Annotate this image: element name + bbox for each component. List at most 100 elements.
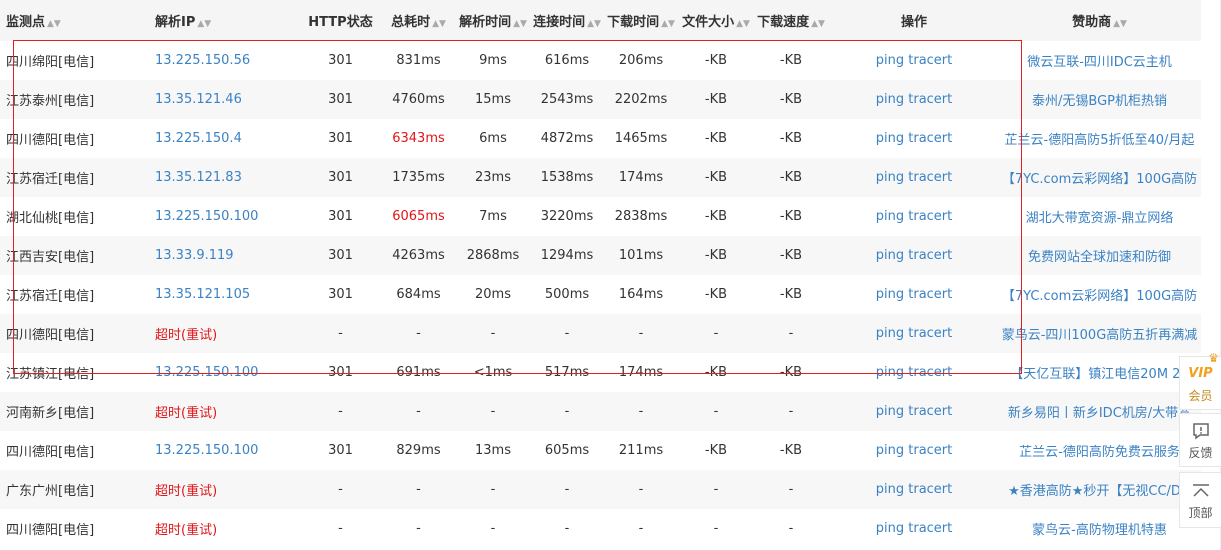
timeout-text: 超时 bbox=[155, 523, 182, 538]
table-row: 广东广州[电信] 超时(重试) - - - - - - - ping trace… bbox=[0, 470, 1201, 509]
header-dns[interactable]: 解析时间 ▲▼ bbox=[456, 11, 530, 30]
sponsor-link[interactable]: 湖北大带宽资源-鼎立网络 bbox=[1000, 207, 1201, 226]
sponsor-link[interactable]: 芷兰云-德阳高防5折低至40/月起 bbox=[1000, 129, 1201, 148]
ping-link[interactable]: ping bbox=[876, 287, 904, 302]
header-ip[interactable]: 解析IP ▲▼ bbox=[150, 11, 300, 30]
sponsor-link[interactable]: 蒙鸟云-高防物理机特惠 bbox=[1000, 519, 1201, 538]
crown-icon: ♛ bbox=[1208, 351, 1219, 365]
ping-link[interactable]: ping bbox=[876, 248, 904, 263]
tracert-link[interactable]: tracert bbox=[908, 482, 952, 497]
feedback-button[interactable]: 反馈 bbox=[1179, 413, 1221, 467]
vip-label: 会员 bbox=[1188, 388, 1213, 403]
feedback-icon bbox=[1191, 420, 1211, 442]
total-time-cell: 4760ms bbox=[392, 92, 445, 107]
tracert-link[interactable]: tracert bbox=[908, 365, 952, 380]
ip-link[interactable]: 13.225.150.100 bbox=[150, 443, 300, 458]
header-conn[interactable]: 连接时间 ▲▼ bbox=[530, 11, 604, 30]
retry-link[interactable]: (重试) bbox=[181, 406, 217, 421]
tracert-link[interactable]: tracert bbox=[908, 326, 952, 341]
file-size-cell: -KB bbox=[704, 131, 728, 146]
ops-cell: ping tracert bbox=[828, 482, 1000, 497]
sort-icon[interactable]: ▲▼ bbox=[811, 19, 825, 29]
ping-link[interactable]: ping bbox=[876, 443, 904, 458]
ping-link[interactable]: ping bbox=[876, 53, 904, 68]
sort-icon[interactable]: ▲▼ bbox=[432, 19, 446, 29]
back-to-top-button[interactable]: 顶部 bbox=[1179, 472, 1221, 528]
tracert-link[interactable]: tracert bbox=[908, 92, 952, 107]
download-time-cell: - bbox=[638, 326, 644, 341]
sort-icon[interactable]: ▲▼ bbox=[1113, 19, 1127, 29]
tracert-link[interactable]: tracert bbox=[908, 170, 952, 185]
dns-time-cell: 7ms bbox=[479, 209, 507, 224]
ping-link[interactable]: ping bbox=[876, 209, 904, 224]
ip-link[interactable]: 13.35.121.105 bbox=[150, 287, 300, 302]
sort-icon[interactable]: ▲▼ bbox=[47, 19, 61, 29]
table-row: 河南新乡[电信] 超时(重试) - - - - - - - ping trace… bbox=[0, 392, 1201, 431]
retry-link[interactable]: (重试) bbox=[181, 523, 217, 538]
ping-link[interactable]: ping bbox=[876, 404, 904, 419]
conn-time-cell: 517ms bbox=[544, 365, 590, 380]
sort-icon[interactable]: ▲▼ bbox=[513, 19, 527, 29]
ping-link[interactable]: ping bbox=[876, 365, 904, 380]
download-time-cell: - bbox=[638, 521, 644, 536]
timeout-text: 超时 bbox=[155, 328, 182, 343]
sort-icon[interactable]: ▲▼ bbox=[197, 19, 211, 29]
header-sponsor[interactable]: 赞助商 ▲▼ bbox=[1000, 11, 1201, 30]
ping-link[interactable]: ping bbox=[876, 326, 904, 341]
sponsor-link[interactable]: 新乡易阳丨新乡IDC机房/大带宽 bbox=[1000, 402, 1201, 421]
sponsor-link[interactable]: 蒙鸟云-四川100G高防五折再满减 bbox=[1000, 324, 1201, 343]
tracert-link[interactable]: tracert bbox=[908, 209, 952, 224]
file-size-cell: - bbox=[713, 521, 719, 536]
header-monitor[interactable]: 监测点 ▲▼ bbox=[0, 11, 150, 30]
tracert-link[interactable]: tracert bbox=[908, 287, 952, 302]
conn-time-cell: - bbox=[564, 404, 570, 419]
file-size-cell: -KB bbox=[704, 287, 728, 302]
ping-link[interactable]: ping bbox=[876, 521, 904, 536]
tracert-link[interactable]: tracert bbox=[908, 521, 952, 536]
chevron-up-icon bbox=[1191, 480, 1211, 502]
header-size[interactable]: 文件大小 ▲▼ bbox=[678, 11, 754, 30]
sponsor-link[interactable]: 芷兰云-德阳高防免费云服务 bbox=[1000, 441, 1201, 460]
ping-link[interactable]: ping bbox=[876, 482, 904, 497]
retry-link[interactable]: (重试) bbox=[181, 328, 217, 343]
tracert-link[interactable]: tracert bbox=[908, 131, 952, 146]
ip-link[interactable]: 13.35.121.46 bbox=[150, 92, 300, 107]
ops-cell: ping tracert bbox=[828, 404, 1000, 419]
sponsor-link[interactable]: 免费网站全球加速和防御 bbox=[1000, 246, 1201, 265]
ping-link[interactable]: ping bbox=[876, 170, 904, 185]
ip-link[interactable]: 13.33.9.119 bbox=[150, 248, 300, 263]
http-cell: 301 bbox=[328, 170, 353, 185]
sponsor-link[interactable]: 【7YC.com云彩网络】100G高防 bbox=[1000, 285, 1201, 304]
table-row: 四川德阳[电信] 13.225.150.100 301 829ms 13ms 6… bbox=[0, 431, 1201, 470]
conn-time-cell: 4872ms bbox=[540, 131, 594, 146]
ip-link[interactable]: 13.225.150.100 bbox=[150, 365, 300, 380]
sponsor-link[interactable]: 泰州/无锡BGP机柜热销 bbox=[1000, 90, 1201, 109]
ping-link[interactable]: ping bbox=[876, 131, 904, 146]
vip-button[interactable]: ♛ VIP 会员 bbox=[1179, 351, 1221, 410]
sort-icon[interactable]: ▲▼ bbox=[661, 19, 675, 29]
dns-time-cell: - bbox=[490, 404, 496, 419]
ip-link[interactable]: 13.225.150.56 bbox=[150, 53, 300, 68]
sort-icon[interactable]: ▲▼ bbox=[587, 19, 601, 29]
ip-link[interactable]: 13.225.150.4 bbox=[150, 131, 300, 146]
tracert-link[interactable]: tracert bbox=[908, 53, 952, 68]
speed-cell: -KB bbox=[779, 53, 803, 68]
monitor-cell: 四川德阳[电信] bbox=[6, 328, 95, 343]
header-download[interactable]: 下载时间 ▲▼ bbox=[604, 11, 678, 30]
tracert-link[interactable]: tracert bbox=[908, 248, 952, 263]
sort-icon[interactable]: ▲▼ bbox=[736, 19, 750, 29]
sponsor-link[interactable]: 微云互联-四川IDC云主机 bbox=[1000, 51, 1201, 70]
ip-link[interactable]: 13.225.150.100 bbox=[150, 209, 300, 224]
monitor-cell: 江苏宿迁[电信] bbox=[6, 172, 95, 187]
sponsor-link[interactable]: ★香港高防★秒开【无视CC/DD bbox=[1000, 480, 1201, 499]
tracert-link[interactable]: tracert bbox=[908, 404, 952, 419]
ip-link[interactable]: 13.35.121.83 bbox=[150, 170, 300, 185]
header-total[interactable]: 总耗时 ▲▼ bbox=[381, 11, 456, 30]
retry-link[interactable]: (重试) bbox=[181, 484, 217, 499]
http-cell: 301 bbox=[328, 53, 353, 68]
ping-link[interactable]: ping bbox=[876, 92, 904, 107]
sponsor-link[interactable]: 【天亿互联】镇江电信20M 29 bbox=[1000, 363, 1201, 382]
header-speed[interactable]: 下载速度 ▲▼ bbox=[754, 11, 828, 30]
sponsor-link[interactable]: 【7YC.com云彩网络】100G高防 bbox=[1000, 168, 1201, 187]
tracert-link[interactable]: tracert bbox=[908, 443, 952, 458]
